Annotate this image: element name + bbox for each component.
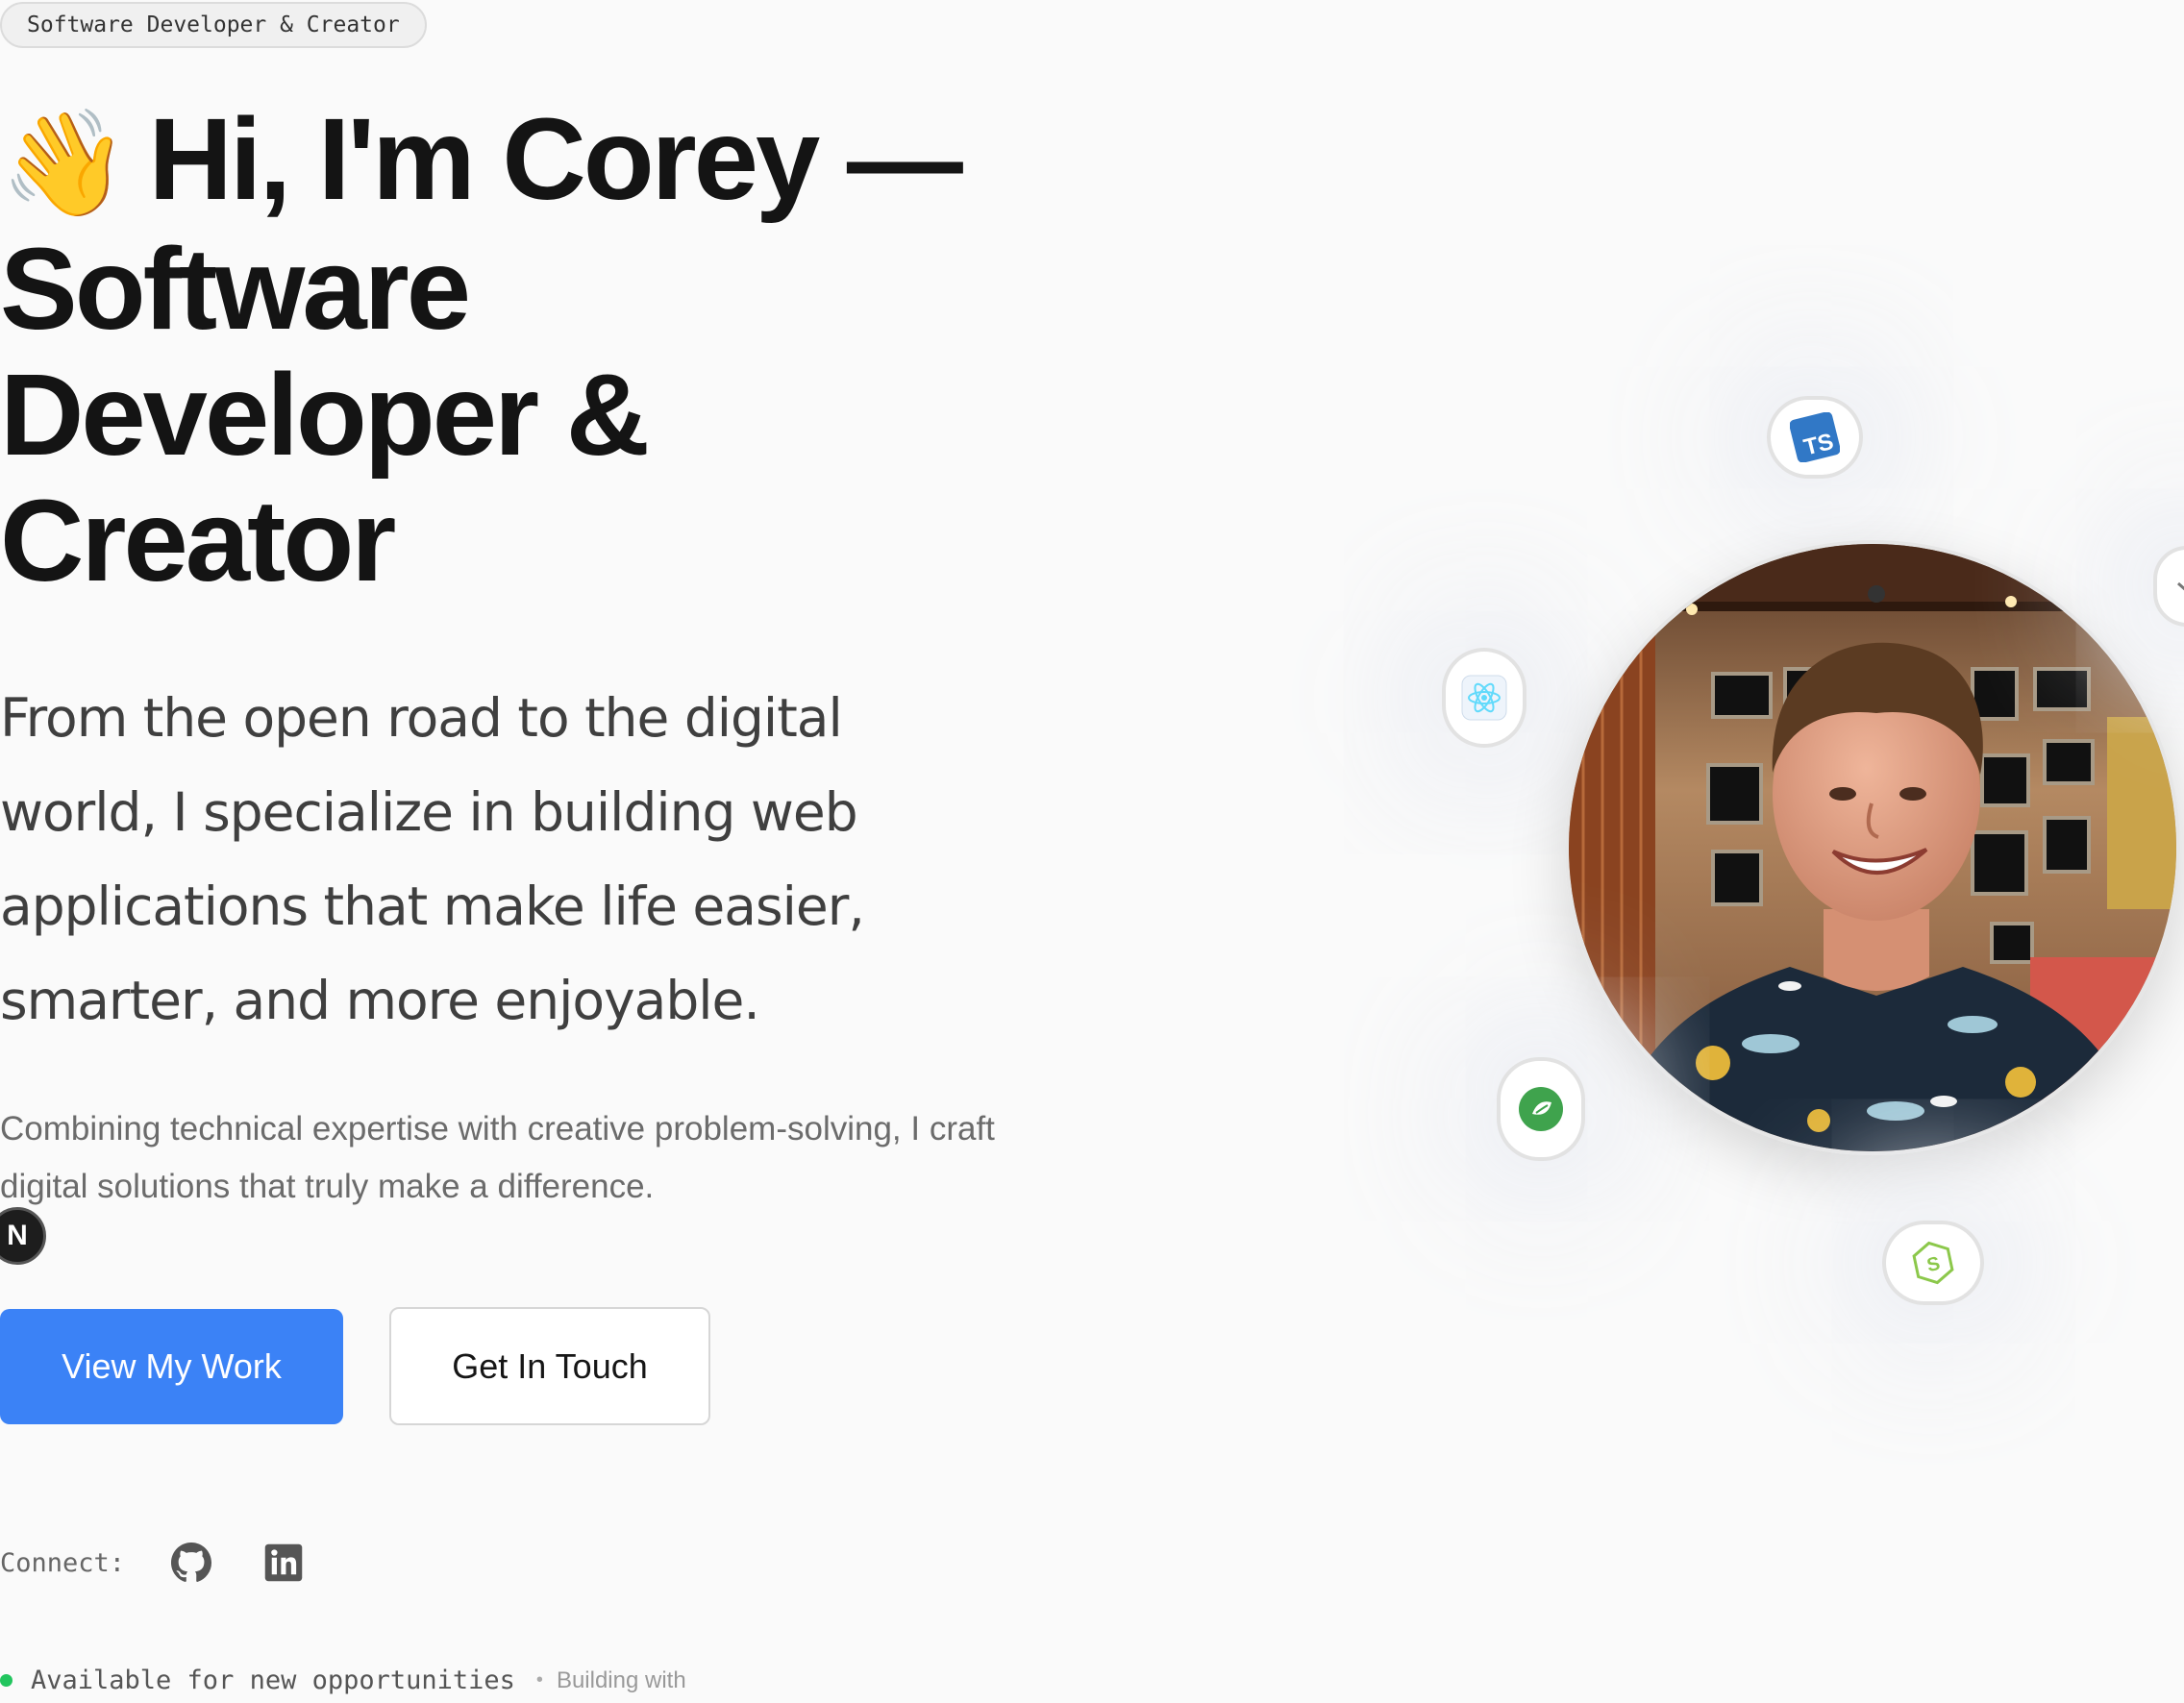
hero-lead: From the open road to the digital world,… [0,687,865,1031]
building-with-label: Building with [556,1666,686,1693]
view-my-work-button[interactable]: View My Work [0,1309,343,1424]
react-icon [1442,648,1526,748]
typescript-icon: TS [1767,396,1863,479]
hero-subtext: Combining technical expertise with creat… [0,1110,995,1205]
connect-label: Connect: [0,1547,126,1578]
mongodb-icon [1497,1057,1585,1161]
status-separator: • [535,1669,543,1691]
status-text: Available for new opportunities [31,1666,515,1695]
status-dot [0,1674,12,1687]
heading-line-1: Hi, I'm Corey — [148,93,962,224]
nodejs-icon: S [1882,1221,1984,1305]
svg-text:S: S [1925,1253,1943,1276]
heading-line-3: Developer & [0,349,650,480]
github-icon[interactable] [171,1543,212,1583]
heading-line-2: Software [0,223,471,354]
availability-status: Available for new opportunities • Buildi… [0,1666,686,1695]
linkedin-icon[interactable] [263,1543,304,1583]
hero-visual: TS S [1278,365,2184,1470]
role-badge: Software Developer & Creator [0,2,427,48]
get-in-touch-button[interactable]: Get In Touch [389,1307,710,1425]
tech-icon-partial [2153,546,2184,627]
heading-line-4: Creator [0,475,396,605]
hero-heading: 👋 Hi, I'm Corey — Software Developer & Cr… [0,93,963,605]
connect-row: Connect: [0,1543,304,1583]
profile-photo [1565,540,2180,1155]
nextjs-devtools-badge[interactable]: N [0,1207,46,1265]
waving-hand-icon: 👋 [0,105,130,221]
